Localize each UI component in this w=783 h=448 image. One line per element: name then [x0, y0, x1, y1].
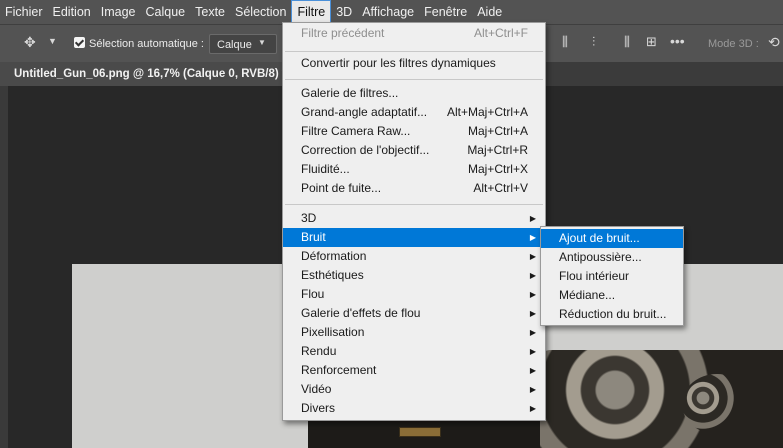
- filter-menu: Filtre précédent Alt+Ctrl+F Convertir po…: [282, 22, 546, 421]
- menu-item-label: Esthétiques: [301, 268, 364, 282]
- menu-item-noise[interactable]: Bruit ▶: [283, 228, 545, 247]
- submenu-arrow-icon: ▶: [529, 347, 536, 356]
- menu-item-label: Pixellisation: [301, 325, 365, 339]
- menu-item-label: Déformation: [301, 249, 367, 263]
- align-horizontal-icon[interactable]: ⊞: [646, 34, 657, 50]
- submenu-item-despeckle[interactable]: Antipoussière...: [541, 248, 683, 267]
- submenu-arrow-icon: ▶: [529, 404, 536, 413]
- document-tab[interactable]: Untitled_Gun_06.png @ 16,7% (Calque 0, R…: [0, 62, 290, 86]
- move-tool-icon[interactable]: ✥: [24, 34, 36, 51]
- menu-item-shortcut: Maj+Ctrl+A: [467, 124, 528, 138]
- submenu-arrow-icon: ▶: [529, 233, 536, 242]
- menu-separator: [285, 204, 543, 205]
- tools-panel-edge: [0, 86, 8, 448]
- gun-image-ornament: [682, 374, 752, 434]
- menu-item-label: Vidéo: [301, 382, 332, 396]
- menu-item-label: Galerie de filtres...: [301, 86, 399, 100]
- menu-item-shortcut: Alt+Maj+Ctrl+A: [446, 105, 528, 119]
- menu-fenetre[interactable]: Fenêtre: [419, 0, 472, 24]
- menu-item-label: Galerie d'effets de flou: [301, 306, 421, 320]
- auto-select-label: Sélection automatique :: [89, 38, 204, 50]
- document-title: Untitled_Gun_06.png @ 16,7% (Calque 0, R…: [14, 68, 287, 80]
- submenu-item-add-noise[interactable]: Ajout de bruit...: [541, 229, 683, 248]
- auto-select-dropdown[interactable]: Calque: [209, 34, 277, 54]
- submenu-item-reduce-noise[interactable]: Réduction du bruit...: [541, 305, 683, 324]
- chevron-down-icon: ▼: [258, 38, 266, 47]
- menu-aide[interactable]: Aide: [472, 0, 507, 24]
- menu-separator: [285, 79, 543, 80]
- submenu-arrow-icon: ▶: [529, 252, 536, 261]
- menu-texte[interactable]: Texte: [190, 0, 230, 24]
- distribute-bottom-icon[interactable]: ⫼: [624, 34, 630, 50]
- menu-item-label: Filtre Camera Raw...: [301, 124, 411, 138]
- submenu-arrow-icon: ▶: [529, 309, 536, 318]
- menu-item-shortcut: Maj+Ctrl+X: [467, 162, 528, 176]
- menu-item-label: Convertir pour les filtres dynamiques: [301, 56, 496, 70]
- menu-item-stylize[interactable]: Esthétiques ▶: [283, 266, 545, 285]
- menu-calque[interactable]: Calque: [141, 0, 191, 24]
- menu-item-shortcut: Alt+Ctrl+F: [473, 26, 528, 40]
- menu-item-label: Grand-angle adaptatif...: [301, 105, 428, 119]
- menu-filtre[interactable]: Filtre: [291, 0, 332, 24]
- menu-item-lens-correction[interactable]: Correction de l'objectif... Maj+Ctrl+R: [283, 141, 545, 160]
- menu-selection[interactable]: Sélection: [230, 0, 291, 24]
- menu-item-adaptive-wide-angle[interactable]: Grand-angle adaptatif... Alt+Maj+Ctrl+A: [283, 103, 545, 122]
- submenu-item-median[interactable]: Médiane...: [541, 286, 683, 305]
- menu-bar: Fichier Edition Image Calque Texte Sélec…: [0, 0, 783, 24]
- menu-item-label: Rendu: [301, 344, 337, 358]
- menu-item-label: Filtre précédent: [301, 26, 385, 40]
- chevron-down-icon[interactable]: ▼: [48, 36, 57, 46]
- menu-item-last-filter: Filtre précédent Alt+Ctrl+F: [283, 24, 545, 43]
- menu-item-filter-gallery[interactable]: Galerie de filtres...: [283, 84, 545, 103]
- menu-affichage[interactable]: Affichage: [357, 0, 419, 24]
- menu-edition[interactable]: Edition: [48, 0, 96, 24]
- submenu-arrow-icon: ▶: [529, 385, 536, 394]
- more-options-icon[interactable]: •••: [670, 33, 685, 49]
- menu-item-vanishing-point[interactable]: Point de fuite... Alt+Ctrl+V: [283, 179, 545, 198]
- menu-item-pixelate[interactable]: Pixellisation ▶: [283, 323, 545, 342]
- menu-item-camera-raw[interactable]: Filtre Camera Raw... Maj+Ctrl+A: [283, 122, 545, 141]
- submenu-arrow-icon: ▶: [529, 328, 536, 337]
- auto-select-checkbox[interactable]: Sélection automatique :: [74, 34, 204, 54]
- submenu-arrow-icon: ▶: [529, 290, 536, 299]
- menu-item-other[interactable]: Divers ▶: [283, 399, 545, 418]
- menu-item-label: Bruit: [301, 230, 326, 244]
- gun-image-nameplate: [399, 427, 441, 437]
- menu-item-shortcut: Maj+Ctrl+R: [467, 143, 528, 157]
- orbit-3d-icon[interactable]: ⟲: [768, 34, 780, 51]
- menu-item-liquify[interactable]: Fluidité... Maj+Ctrl+X: [283, 160, 545, 179]
- menu-separator: [285, 51, 543, 52]
- menu-item-3d[interactable]: 3D ▶: [283, 209, 545, 228]
- menu-item-label: Correction de l'objectif...: [301, 143, 430, 157]
- menu-item-label: Renforcement: [301, 363, 377, 377]
- menu-item-blur[interactable]: Flou ▶: [283, 285, 545, 304]
- menu-item-distort[interactable]: Déformation ▶: [283, 247, 545, 266]
- menu-item-video[interactable]: Vidéo ▶: [283, 380, 545, 399]
- noise-submenu: Ajout de bruit... Antipoussière... Flou …: [540, 226, 684, 326]
- menu-item-label: Divers: [301, 401, 336, 415]
- submenu-arrow-icon: ▶: [529, 366, 536, 375]
- submenu-arrow-icon: ▶: [529, 271, 536, 280]
- menu-item-smart-filters[interactable]: Convertir pour les filtres dynamiques: [283, 54, 545, 73]
- menu-image[interactable]: Image: [96, 0, 141, 24]
- menu-item-label: Fluidité...: [301, 162, 350, 176]
- menu-3d[interactable]: 3D: [331, 0, 357, 24]
- distribute-center-icon[interactable]: ⫶: [592, 34, 595, 50]
- menu-item-label: 3D: [301, 211, 317, 225]
- menu-item-label: Flou: [301, 287, 325, 301]
- checkbox-icon: [74, 37, 85, 48]
- submenu-item-dust-scratches[interactable]: Flou intérieur: [541, 267, 683, 286]
- menu-item-blur-gallery[interactable]: Galerie d'effets de flou ▶: [283, 304, 545, 323]
- distribute-top-icon[interactable]: ⫼: [562, 34, 568, 50]
- menu-item-sharpen[interactable]: Renforcement ▶: [283, 361, 545, 380]
- menu-fichier[interactable]: Fichier: [0, 0, 48, 24]
- mode-3d-label: Mode 3D :: [708, 38, 759, 50]
- menu-item-render[interactable]: Rendu ▶: [283, 342, 545, 361]
- auto-select-value: Calque: [217, 39, 252, 51]
- menu-item-shortcut: Alt+Ctrl+V: [473, 181, 528, 195]
- menu-item-label: Point de fuite...: [301, 181, 382, 195]
- submenu-arrow-icon: ▶: [529, 214, 536, 223]
